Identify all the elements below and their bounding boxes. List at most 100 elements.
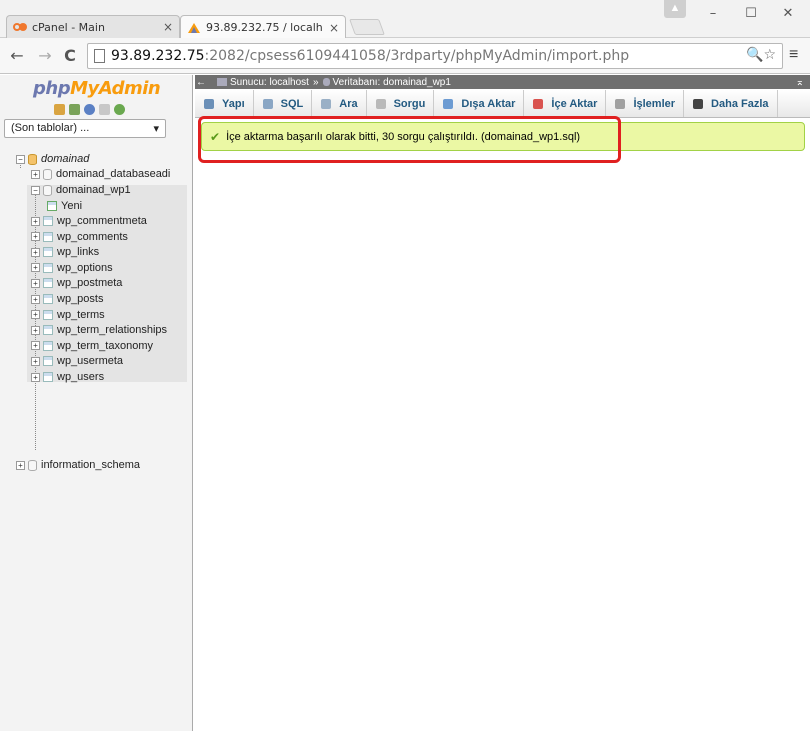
phpmyadmin-logo[interactable]: phpMyAdmin xyxy=(33,78,161,99)
minimize-button[interactable]: – xyxy=(695,2,731,26)
expand-icon[interactable]: + xyxy=(31,216,40,226)
menu-tab-label: Daha Fazla xyxy=(711,97,769,110)
tree-label: wp_terms xyxy=(57,308,105,321)
tree-db-domainad[interactable]: − domainad xyxy=(16,151,89,167)
tree-label: wp_term_taxonomy xyxy=(57,339,153,352)
tab-cpanel[interactable]: cPanel - Main × xyxy=(6,15,180,38)
menu-tab-label: Dışa Aktar xyxy=(461,97,516,110)
reload-button[interactable]: C xyxy=(61,47,79,65)
collapse-icon[interactable]: − xyxy=(16,154,25,164)
tree-table-item[interactable]: + wp_users xyxy=(31,369,104,385)
phpmyadmin-icon xyxy=(188,22,200,33)
expand-icon[interactable]: + xyxy=(31,247,40,257)
tree-db-information-schema[interactable]: + information_schema xyxy=(16,457,140,473)
chrome-menu-icon[interactable]: ≡ xyxy=(789,46,798,64)
tab-label: cPanel - Main xyxy=(32,20,105,34)
breadcrumb-database[interactable]: Veritabanı: domainad_wp1 xyxy=(333,77,451,88)
expand-icon[interactable]: + xyxy=(16,460,25,470)
tree-table-item[interactable]: + wp_term_taxonomy xyxy=(31,338,153,354)
recent-tables-value: (Son tablolar) ... xyxy=(11,122,90,134)
tree-table-item[interactable]: + wp_links xyxy=(31,244,99,260)
expand-icon[interactable]: + xyxy=(31,325,40,335)
logo-php: php xyxy=(33,78,71,99)
tree-table-item[interactable]: + wp_options xyxy=(31,260,113,276)
tree-db-domainad-wp1[interactable]: − domainad_wp1 xyxy=(31,182,131,198)
expand-icon[interactable]: + xyxy=(31,263,40,273)
tree-label: domainad_wp1 xyxy=(56,184,131,196)
profile-icon[interactable]: ▲ xyxy=(664,0,686,18)
close-icon[interactable]: × xyxy=(329,21,339,35)
highlight-annotation xyxy=(198,116,621,163)
tab-i̇şlemler[interactable]: İşlemler xyxy=(606,90,685,117)
tree-label: wp_users xyxy=(57,371,105,383)
expand-icon[interactable]: + xyxy=(31,356,40,366)
maximize-button[interactable]: ☐ xyxy=(733,2,769,26)
close-window-button[interactable]: ✕ xyxy=(770,2,806,26)
close-icon[interactable]: × xyxy=(163,20,173,34)
help-icon[interactable] xyxy=(84,104,95,115)
recent-tables-select[interactable]: (Son tablolar) ... ▾ xyxy=(4,119,166,138)
breadcrumb-separator: » xyxy=(312,76,319,88)
collapse-nav-icon[interactable]: ← xyxy=(195,77,207,88)
menu-tab-icon xyxy=(693,98,704,109)
tree-db-domainad-databaseadi[interactable]: + domainad_databaseadi xyxy=(31,166,170,182)
tree-table-item[interactable]: + wp_posts xyxy=(31,291,103,307)
logo-myadmin: MyAdmin xyxy=(70,78,161,99)
docs-icon[interactable] xyxy=(99,104,110,115)
exit-icon[interactable] xyxy=(69,104,80,115)
reload-nav-icon[interactable] xyxy=(114,104,125,115)
tab-i̇çe-aktar[interactable]: İçe Aktar xyxy=(524,90,607,117)
menu-tab-label: Sorgu xyxy=(393,97,426,110)
table-icon xyxy=(43,216,53,226)
breadcrumb-server[interactable]: Sunucu: localhost xyxy=(230,77,309,88)
expand-icon[interactable]: + xyxy=(31,278,40,288)
menu-tab-icon xyxy=(533,98,544,109)
breadcrumb: ← Sunucu: localhost » Veritabanı: domain… xyxy=(195,75,810,89)
tree-label: wp_posts xyxy=(57,293,104,305)
collapse-icon[interactable]: − xyxy=(31,185,40,195)
table-icon xyxy=(43,262,53,273)
tab-daha-fazla[interactable]: Daha Fazla xyxy=(684,90,778,117)
home-icon[interactable] xyxy=(54,104,65,115)
tab-sorgu[interactable]: Sorgu xyxy=(367,90,435,117)
tree-table-item[interactable]: + wp_postmeta xyxy=(31,275,122,291)
expand-icon[interactable]: + xyxy=(31,294,40,304)
table-icon xyxy=(43,309,53,320)
tree-table-item[interactable]: + wp_term_relationships xyxy=(31,322,167,338)
maximize-icon[interactable]: ⌅ xyxy=(796,77,804,88)
tree-table-item[interactable]: + wp_comments xyxy=(31,229,128,245)
expand-icon[interactable]: + xyxy=(31,372,40,382)
new-tab-button[interactable] xyxy=(349,19,385,35)
tree-new-table[interactable]: Yeni xyxy=(47,198,82,214)
table-icon xyxy=(43,278,53,289)
menu-tab-icon xyxy=(321,98,332,109)
menu-tab-icon xyxy=(615,98,626,109)
back-button[interactable]: ← xyxy=(8,47,26,65)
tab-phpmyadmin[interactable]: 93.89.232.75 / localhost / × xyxy=(180,15,346,39)
expand-icon[interactable]: + xyxy=(31,232,40,242)
tree-table-item[interactable]: + wp_usermeta xyxy=(31,353,123,369)
expand-icon[interactable]: + xyxy=(31,310,40,320)
expand-icon[interactable]: + xyxy=(31,169,40,179)
tree-table-item[interactable]: + wp_commentmeta xyxy=(31,213,147,229)
url-path: :2082/cpsess6109441058/3rdparty/phpMyAdm… xyxy=(204,48,630,64)
tree-label: wp_options xyxy=(57,261,113,274)
tree-label: wp_commentmeta xyxy=(57,215,147,227)
table-icon xyxy=(43,231,53,242)
browser-titlebar: cPanel - Main × 93.89.232.75 / localhost… xyxy=(0,0,810,39)
expand-icon[interactable]: + xyxy=(31,341,40,351)
tree-label: information_schema xyxy=(41,459,141,471)
table-icon xyxy=(43,340,53,351)
tree-table-item[interactable]: + wp_terms xyxy=(31,307,105,323)
address-bar[interactable]: 93.89.232.75:2082/cpsess6109441058/3rdpa… xyxy=(87,43,783,69)
tab-ara[interactable]: Ara xyxy=(312,90,367,117)
tab-dışa-aktar[interactable]: Dışa Aktar xyxy=(434,90,525,117)
database-group-icon xyxy=(28,153,37,165)
table-icon xyxy=(43,356,53,367)
database-icon xyxy=(28,459,37,471)
tab-yapı[interactable]: Yapı xyxy=(195,90,254,117)
tab-sql[interactable]: SQL xyxy=(254,90,313,117)
forward-button[interactable]: → xyxy=(36,47,54,65)
menu-tab-label: Yapı xyxy=(222,97,245,110)
zoom-star-icons[interactable]: 🔍☆ xyxy=(746,47,776,63)
